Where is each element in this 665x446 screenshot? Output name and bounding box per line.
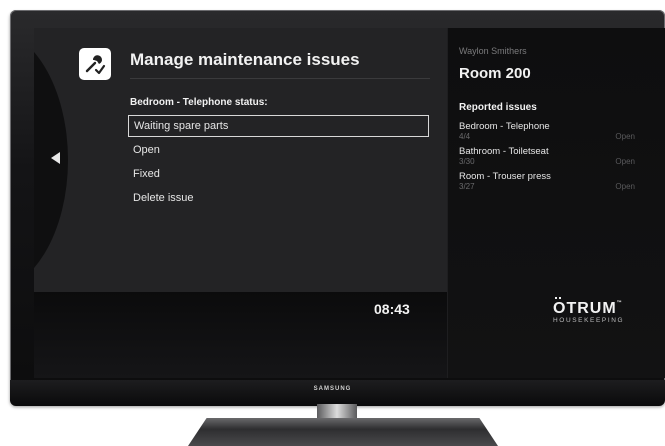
issue-date: 3/30 (459, 157, 475, 166)
tv-stand-base (188, 418, 498, 446)
logo-subtitle: HOUSEKEEPING (553, 317, 625, 324)
otrum-logo: OTRUM™ HOUSEKEEPING (553, 297, 639, 324)
logo-trademark: ™ (616, 300, 622, 306)
issue-status: Open (615, 182, 635, 191)
tv-bottom-bezel (10, 380, 665, 406)
main-area: Manage maintenance issues Bedroom - Tele… (34, 28, 447, 292)
room-info-panel: Waylon Smithers Room 200 Reported issues… (447, 28, 665, 378)
option-delete-issue[interactable]: Delete issue (128, 187, 429, 209)
room-number: Room 200 (459, 65, 531, 82)
wrench-check-icon (79, 48, 111, 80)
option-open[interactable]: Open (128, 139, 429, 161)
option-waiting-spare-parts[interactable]: Waiting spare parts (128, 115, 429, 137)
issue-item[interactable]: Bedroom - Telephone 4/4 Open (459, 121, 635, 146)
tv-brand-label: SAMSUNG (313, 386, 352, 392)
tv-screen: Manage maintenance issues Bedroom - Tele… (34, 28, 665, 378)
status-heading: Bedroom - Telephone status: (130, 97, 268, 108)
logo-wordmark: OTRUM™ (553, 300, 639, 318)
issue-status: Open (615, 157, 635, 166)
issue-date: 4/4 (459, 132, 471, 141)
logo-name: OTRUM (553, 300, 617, 317)
issue-date: 3/27 (459, 182, 475, 191)
page-title: Manage maintenance issues (130, 50, 360, 69)
issue-status: Open (615, 132, 635, 141)
option-fixed[interactable]: Fixed (128, 163, 429, 185)
guest-name: Waylon Smithers (459, 46, 527, 56)
issue-item[interactable]: Bathroom - Toiletseat 3/30 Open (459, 146, 635, 171)
reported-issues-list: Bedroom - Telephone 4/4 Open Bathroom - … (459, 121, 635, 196)
issue-name: Bedroom - Telephone (459, 121, 550, 132)
reported-issues-heading: Reported issues (459, 102, 537, 113)
issue-name: Bathroom - Toiletseat (459, 146, 549, 157)
arrow-left-icon[interactable] (51, 152, 60, 164)
issue-name: Room - Trouser press (459, 171, 551, 182)
title-divider (130, 78, 430, 79)
status-options-list: Waiting spare parts Open Fixed Delete is… (128, 115, 429, 211)
issue-item[interactable]: Room - Trouser press 3/27 Open (459, 171, 635, 196)
footer-bar: 08:43 (34, 292, 447, 378)
clock: 08:43 (374, 301, 410, 317)
logo-dots (555, 297, 561, 301)
